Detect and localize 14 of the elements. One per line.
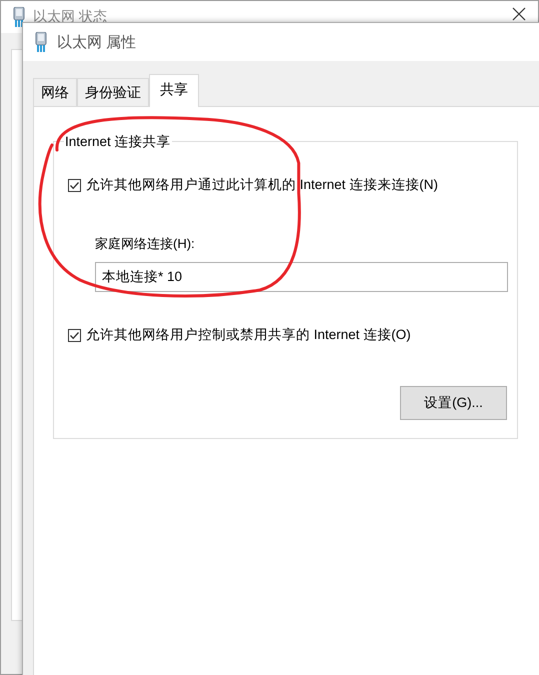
close-icon[interactable] <box>512 7 526 21</box>
ethernet-icon <box>35 32 47 52</box>
settings-button[interactable]: 设置(G)... <box>400 386 507 420</box>
tab[interactable]: 身份验证 <box>77 78 149 106</box>
tab[interactable]: 网络 <box>33 78 77 106</box>
tab[interactable]: 共享 <box>149 74 199 107</box>
checkbox[interactable] <box>68 178 81 192</box>
checkbox-label: 允许其他网络用户控制或禁用共享的 Internet 连接(O) <box>86 326 411 344</box>
window-title: 以太网 属性 <box>57 32 136 52</box>
checkbox-label: 允许其他网络用户通过此计算机的 Internet 连接来连接(N) <box>86 176 438 194</box>
group-title: Internet 连接共享 <box>64 133 172 151</box>
checkbox[interactable] <box>68 328 81 342</box>
field-label: 家庭网络连接(H): <box>95 235 196 253</box>
input-field[interactable]: 本地连接* 10 <box>95 262 508 292</box>
